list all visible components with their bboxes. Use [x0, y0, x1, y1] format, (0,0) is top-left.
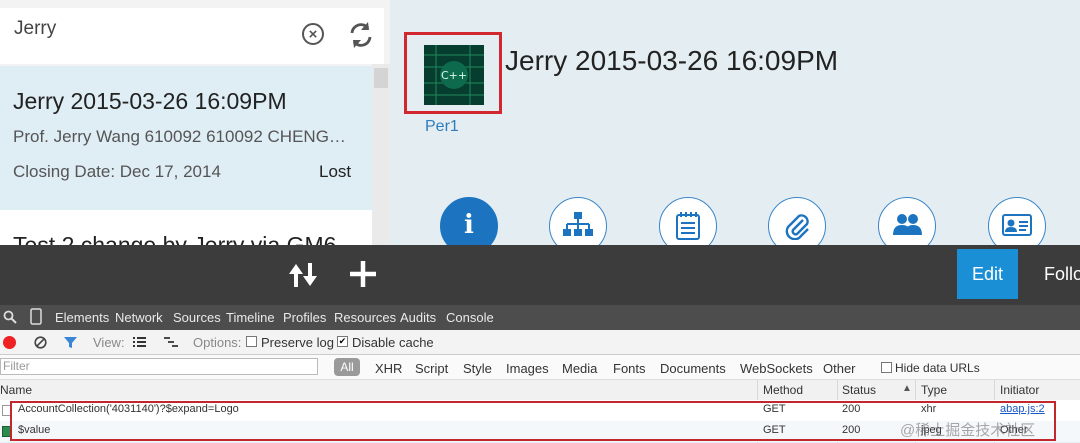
search-input[interactable]: Jerry	[14, 18, 56, 40]
preserve-log-checkbox[interactable]	[246, 336, 257, 347]
tab-sources[interactable]: Sources	[173, 310, 221, 325]
tab-audits[interactable]: Audits	[400, 310, 436, 325]
filter-style[interactable]: Style	[463, 361, 492, 376]
column-status[interactable]: Status	[842, 383, 876, 397]
sort-icon[interactable]	[286, 260, 320, 290]
large-rows-icon[interactable]	[132, 336, 147, 348]
options-label: Options:	[193, 335, 242, 350]
list-item-closing-date: Closing Date: Dec 17, 2014	[13, 162, 221, 181]
tab-network[interactable]: Network	[115, 310, 163, 325]
overview-icon[interactable]	[163, 336, 179, 348]
view-label: View:	[93, 335, 125, 350]
list-item-subtitle: Prof. Jerry Wang 610092 610092 CHENGDU	[13, 127, 348, 146]
filter-websockets[interactable]: WebSockets	[740, 361, 813, 376]
filter-images[interactable]: Images	[506, 361, 549, 376]
list-item-title: Test 2 change by Jerry via GM6	[13, 232, 337, 245]
hide-data-urls-checkbox[interactable]	[881, 362, 892, 373]
edit-button[interactable]: Edit	[957, 249, 1018, 299]
column-type[interactable]: Type	[921, 383, 947, 397]
filter-media[interactable]: Media	[562, 361, 597, 376]
filter-script[interactable]: Script	[415, 361, 448, 376]
device-mode-icon[interactable]	[30, 308, 42, 325]
list-item-status: Lost	[319, 162, 352, 181]
disable-cache-label: Disable cache	[352, 335, 434, 350]
search-bar[interactable]	[0, 8, 384, 64]
filter-icon[interactable]	[63, 336, 78, 349]
column-name[interactable]: Name	[0, 383, 32, 397]
avatar-highlight-frame	[404, 32, 502, 114]
clear-search-icon[interactable]: ×	[302, 23, 324, 45]
list-item-title: Jerry 2015-03-26 16:09PM	[13, 88, 287, 114]
tab-profiles[interactable]: Profiles	[283, 310, 326, 325]
list-item[interactable]: Test 2 change by Jerry via GM6	[0, 210, 372, 245]
column-initiator[interactable]: Initiator	[1000, 383, 1039, 397]
refresh-icon[interactable]	[346, 20, 376, 50]
disable-cache-checkbox[interactable]: ✔	[337, 336, 348, 347]
tab-elements[interactable]: Elements	[55, 310, 109, 325]
list-scrollbar[interactable]	[372, 64, 390, 245]
scrollbar-thumb[interactable]	[374, 68, 388, 88]
preserve-log-label: Preserve log	[261, 335, 334, 350]
filter-input[interactable]: Filter	[0, 358, 318, 375]
inspect-search-icon[interactable]	[3, 310, 17, 324]
column-method[interactable]: Method	[763, 383, 803, 397]
tab-resources[interactable]: Resources	[334, 310, 396, 325]
hide-data-urls-label: Hide data URLs	[895, 361, 980, 375]
tab-timeline[interactable]: Timeline	[226, 310, 275, 325]
request-table-header	[0, 380, 1080, 401]
filter-all-button[interactable]: All	[334, 358, 360, 376]
tab-console[interactable]: Console	[446, 310, 494, 325]
avatar-label[interactable]: Per1	[425, 118, 459, 136]
watermark: @稀土掘金技术社区	[900, 422, 1036, 439]
filter-xhr[interactable]: XHR	[375, 361, 402, 376]
detail-title: Jerry 2015-03-26 16:09PM	[505, 45, 839, 76]
filter-documents[interactable]: Documents	[660, 361, 726, 376]
add-icon[interactable]	[347, 258, 379, 290]
filter-fonts[interactable]: Fonts	[613, 361, 646, 376]
network-toolbar	[0, 330, 1080, 355]
footer-toolbar	[0, 245, 1080, 305]
sort-asc-icon[interactable]: ▲	[902, 383, 912, 394]
follow-button[interactable]: Follow	[1044, 264, 1080, 285]
clear-icon[interactable]	[34, 336, 47, 349]
record-icon[interactable]	[3, 336, 16, 349]
filter-other[interactable]: Other	[823, 361, 856, 376]
